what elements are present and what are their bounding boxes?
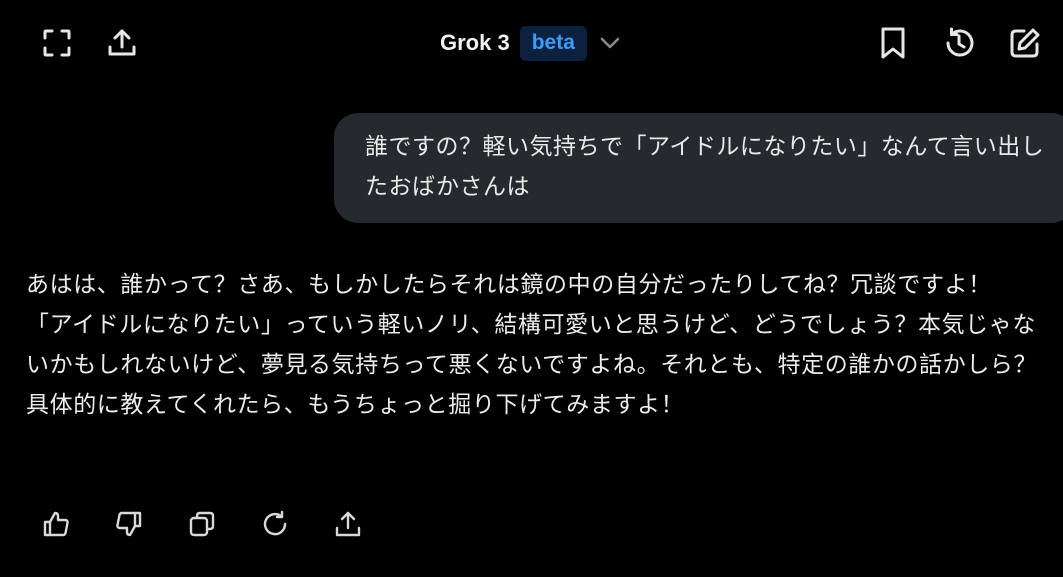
beta-badge: beta bbox=[519, 25, 587, 61]
copy-button[interactable] bbox=[180, 504, 224, 544]
share-button[interactable] bbox=[100, 21, 144, 65]
fullscreen-button[interactable] bbox=[35, 21, 79, 65]
edit-button[interactable] bbox=[1003, 21, 1047, 65]
bookmark-button[interactable] bbox=[871, 21, 915, 65]
history-icon bbox=[946, 27, 974, 57]
bookmark-icon bbox=[881, 27, 905, 59]
share-icon bbox=[108, 29, 136, 56]
model-selector[interactable]: Grok 3 beta bbox=[440, 24, 623, 62]
message-actions bbox=[34, 504, 370, 544]
user-message: 誰ですの？軽い気持ちで「アイドルになりたい」なんて言い出したおばかさんは bbox=[334, 113, 1063, 223]
share-response-button[interactable] bbox=[326, 504, 370, 544]
regenerate-button[interactable] bbox=[253, 504, 297, 544]
share-icon bbox=[335, 511, 361, 537]
regenerate-icon bbox=[263, 510, 287, 536]
chevron-down-icon[interactable] bbox=[597, 30, 623, 56]
copy-icon bbox=[189, 511, 215, 537]
edit-icon bbox=[1010, 28, 1040, 58]
history-button[interactable] bbox=[937, 21, 981, 65]
model-name: Grok 3 bbox=[440, 30, 510, 55]
thumbs-down-icon bbox=[116, 511, 142, 537]
top-bar: Grok 3 beta bbox=[0, 0, 1063, 84]
assistant-message: あはは、誰かって？さあ、もしかしたらそれは鏡の中の自分だったりしてね？冗談ですよ… bbox=[26, 272, 1038, 418]
dislike-button[interactable] bbox=[107, 504, 151, 544]
thumbs-up-icon bbox=[43, 511, 69, 537]
like-button[interactable] bbox=[34, 504, 78, 544]
fullscreen-icon bbox=[43, 29, 71, 57]
